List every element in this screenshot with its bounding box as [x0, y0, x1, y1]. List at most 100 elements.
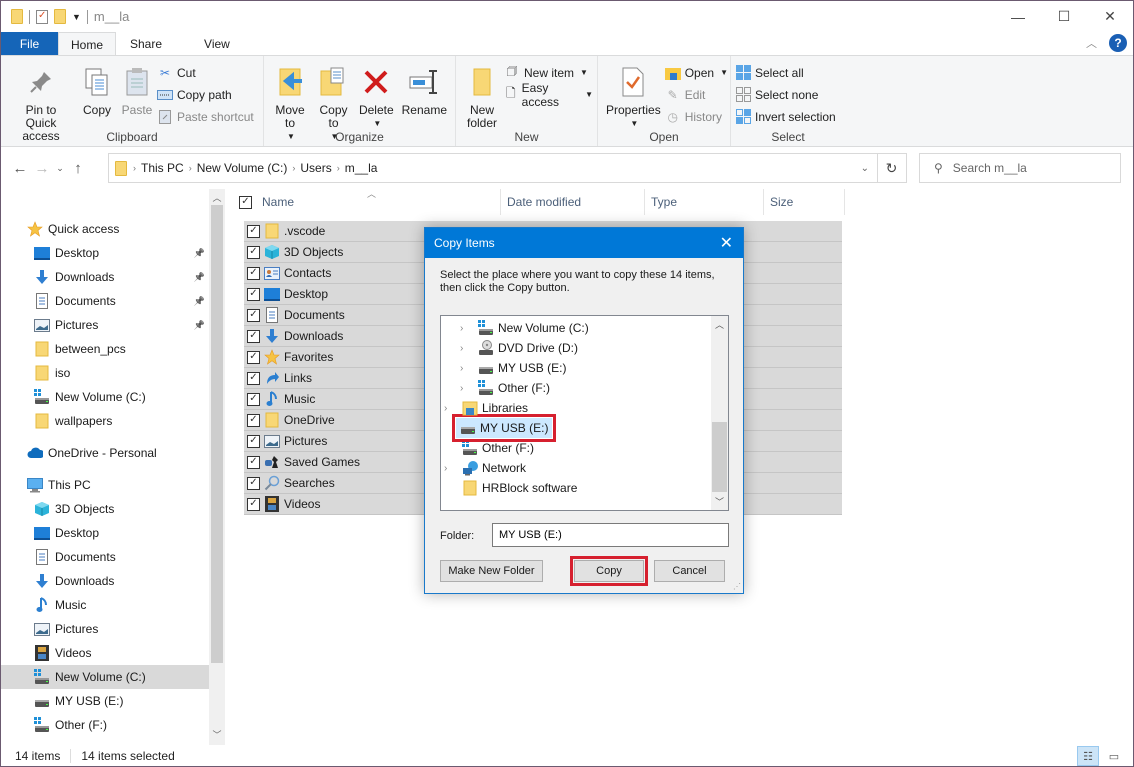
tree-item[interactable]: › DVD Drive (D:) — [460, 338, 578, 358]
pin-icon[interactable]: 📌 — [194, 272, 205, 283]
collapse-ribbon-icon[interactable]: ︿ — [1086, 35, 1097, 51]
folder-tree-scrollbar[interactable]: ︿ ﹀ — [711, 316, 728, 510]
copy-path-button[interactable]: Copy path — [157, 86, 254, 103]
scrollbar-thumb[interactable] — [712, 422, 727, 492]
tree-item[interactable]: Other (F:) — [444, 438, 534, 458]
nav-item[interactable]: MY USB (E:) — [1, 689, 209, 713]
new-folder-icon[interactable] — [54, 9, 66, 24]
easy-access-button[interactable]: 🗋 Easy access ▼ — [504, 81, 593, 109]
make-new-folder-button[interactable]: Make New Folder — [440, 560, 543, 582]
column-header-size[interactable]: Size — [764, 189, 845, 215]
row-checkbox[interactable]: ✓ — [247, 329, 260, 343]
search-box[interactable]: ⚲ Search m__la — [919, 153, 1121, 183]
row-checkbox[interactable]: ✓ — [247, 308, 260, 322]
cancel-button[interactable]: Cancel — [654, 560, 725, 582]
row-checkbox[interactable]: ✓ — [247, 287, 260, 301]
expand-chevron-icon[interactable]: › — [460, 363, 470, 374]
nav-item[interactable]: OneDrive - Personal — [1, 441, 209, 465]
breadcrumb-this-pc[interactable]: This PC — [141, 161, 184, 175]
select-all-button[interactable]: Select all — [735, 64, 836, 81]
pin-icon[interactable]: 📌 — [194, 296, 205, 307]
nav-item[interactable]: Other (F:) — [1, 713, 209, 737]
open-button[interactable]: Open ▼ — [664, 64, 728, 81]
row-checkbox[interactable]: ✓ — [247, 476, 260, 490]
nav-item[interactable]: Pictures — [1, 617, 209, 641]
tree-item[interactable]: › Other (F:) — [460, 378, 550, 398]
new-item-button[interactable]: 🗇 New item ▼ — [504, 64, 593, 81]
nav-item[interactable]: New Volume (C:) — [1, 665, 209, 689]
nav-item[interactable]: iso — [1, 361, 209, 385]
tree-item[interactable]: › Network — [444, 458, 526, 478]
address-bar[interactable]: › This PC › New Volume (C:) › Users › m_… — [108, 153, 878, 183]
expand-chevron-icon[interactable]: › — [460, 383, 470, 394]
column-header-date-modified[interactable]: Date modified — [501, 189, 645, 215]
paste-shortcut-button[interactable]: Paste shortcut — [157, 108, 254, 125]
tab-share[interactable]: Share — [116, 32, 176, 56]
row-checkbox[interactable]: ✓ — [247, 497, 260, 511]
nav-item[interactable]: Documents — [1, 545, 209, 569]
row-checkbox[interactable]: ✓ — [247, 224, 260, 238]
row-checkbox[interactable]: ✓ — [247, 455, 260, 469]
breadcrumb-new-volume[interactable]: New Volume (C:) — [197, 161, 288, 175]
nav-item[interactable]: Documents 📌 — [1, 289, 209, 313]
breadcrumb-current[interactable]: m__la — [345, 161, 378, 175]
dialog-close-button[interactable]: ✕ — [720, 233, 733, 253]
search-input[interactable]: Search m__la — [953, 161, 1027, 175]
copy-confirm-button[interactable]: Copy — [570, 556, 648, 586]
nav-item[interactable]: Pictures 📌 — [1, 313, 209, 337]
breadcrumb-users[interactable]: Users — [300, 161, 331, 175]
nav-item[interactable]: 3D Objects — [1, 497, 209, 521]
scrollbar-thumb[interactable] — [211, 205, 223, 663]
row-checkbox[interactable]: ✓ — [247, 434, 260, 448]
column-header-type[interactable]: Type — [645, 189, 764, 215]
row-checkbox[interactable]: ✓ — [247, 413, 260, 427]
nav-item[interactable]: Videos — [1, 641, 209, 665]
select-all-checkbox[interactable]: ✓ — [239, 195, 252, 209]
large-icons-view-button[interactable]: ▭ — [1103, 746, 1125, 766]
expand-chevron-icon[interactable]: › — [460, 343, 470, 354]
nav-item[interactable]: wallpapers — [1, 409, 209, 433]
navigation-pane-scrollbar[interactable]: ︿ ﹀ — [209, 189, 225, 745]
select-none-button[interactable]: Select none — [735, 86, 836, 103]
expand-chevron-icon[interactable]: › — [460, 323, 470, 334]
nav-item[interactable]: New Volume (C:) — [1, 385, 209, 409]
nav-item[interactable]: Downloads 📌 — [1, 265, 209, 289]
nav-item[interactable]: Music — [1, 593, 209, 617]
nav-item[interactable]: This PC — [1, 473, 209, 497]
back-button[interactable]: ← — [9, 160, 31, 177]
resize-grip-icon[interactable]: ⋰ — [733, 582, 741, 591]
close-button[interactable]: ✕ — [1087, 1, 1133, 32]
row-checkbox[interactable]: ✓ — [247, 371, 260, 385]
help-icon[interactable]: ? — [1109, 34, 1127, 52]
forward-button[interactable]: → — [31, 160, 53, 177]
edit-button[interactable]: ✎ Edit — [665, 86, 728, 103]
expand-chevron-icon[interactable]: › — [444, 403, 454, 414]
column-header-name[interactable]: ✓ Name ︿ — [233, 189, 501, 215]
tree-item[interactable]: MY USB (E:) — [451, 414, 557, 442]
row-checkbox[interactable]: ✓ — [247, 392, 260, 406]
tree-item[interactable]: › Libraries — [444, 398, 528, 418]
customize-toolbar-icon[interactable]: ▼ — [72, 12, 81, 22]
row-checkbox[interactable]: ✓ — [247, 350, 260, 364]
expand-chevron-icon[interactable]: › — [444, 463, 454, 474]
tree-item[interactable]: HRBlock software — [444, 478, 577, 498]
invert-selection-button[interactable]: Invert selection — [735, 108, 836, 125]
nav-item[interactable]: Downloads — [1, 569, 209, 593]
folder-input[interactable] — [492, 523, 729, 547]
refresh-button[interactable]: ↻ — [877, 153, 907, 183]
nav-item[interactable]: Desktop 📌 — [1, 241, 209, 265]
address-dropdown-icon[interactable]: ⌄ — [861, 163, 869, 174]
tree-item[interactable]: › New Volume (C:) — [460, 318, 589, 338]
tab-home[interactable]: Home — [58, 32, 116, 56]
recent-locations-button[interactable]: ⌄ — [53, 163, 67, 174]
minimize-button[interactable]: — — [995, 1, 1041, 32]
details-view-button[interactable]: ☷ — [1077, 746, 1099, 766]
tree-item[interactable]: › MY USB (E:) — [460, 358, 566, 378]
tab-view[interactable]: View — [176, 32, 244, 56]
maximize-button[interactable]: ☐ — [1041, 1, 1087, 32]
tab-file[interactable]: File — [1, 32, 58, 56]
row-checkbox[interactable]: ✓ — [247, 266, 260, 280]
cut-button[interactable]: ✂ Cut — [157, 64, 254, 81]
nav-item[interactable]: Quick access — [1, 217, 209, 241]
pin-icon[interactable]: 📌 — [194, 248, 205, 259]
